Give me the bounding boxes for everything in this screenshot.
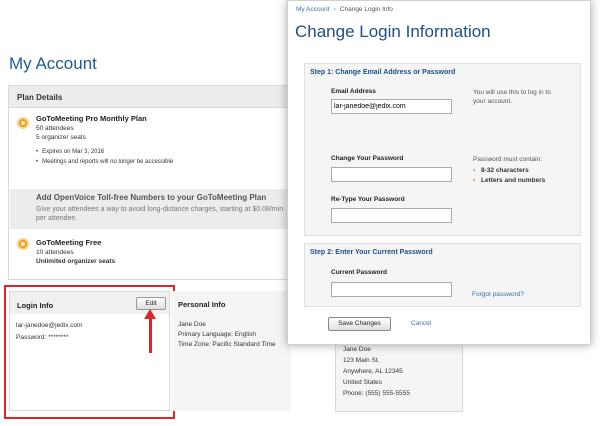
modal-title: Change Login Information [295,22,491,41]
plan-seats: 5 organizer seats [36,134,86,141]
breadcrumb-current: Change Login Info [339,6,393,13]
step2-section: Step 2: Enter Your Current Password Curr… [304,243,581,307]
plan-bullet: Meetings and reports will no longer be a… [36,159,173,165]
plan-bullet: Expires on Mar 3, 2016 [36,149,104,155]
step2-title: Step 2: Enter Your Current Password [310,249,433,256]
password-hint: Password must contain: [473,156,543,163]
new-password-field[interactable] [331,167,452,182]
email-label: Email Address [331,88,376,95]
billing-name: Jane Doe [343,346,371,353]
personal-name: Jane Doe [178,321,206,328]
plan-name: GoToMeeting Pro Monthly Plan [36,114,147,123]
arrow-up-icon [149,317,152,353]
password-requirement: Letters and numbers [473,177,545,184]
billing-street: 123 Main St. [343,357,380,364]
personal-language: Primary Language: English [178,331,257,338]
plan-details-panel: Plan Details GoToMeeting Pro Monthly Pla… [8,85,300,280]
billing-city: Anywhere, AL 12345 [343,368,403,375]
retype-password-field[interactable] [331,208,452,223]
personal-info-title: Personal Info [178,300,226,309]
billing-address-panel: Jane Doe 123 Main St. Anywhere, AL 12345… [335,340,463,412]
breadcrumb: My Account › Change Login Info [296,6,393,13]
forgot-password-link[interactable]: Forgot password? [472,291,524,298]
email-field[interactable] [331,99,452,114]
addon-title[interactable]: Add OpenVoice Toll-free Numbers to your … [36,193,266,202]
billing-country: United States [343,379,383,386]
change-login-modal: My Account › Change Login Info Change Logi… [287,0,591,345]
addon-description: Give your attendees a way to avoid long-… [36,206,284,222]
plan-seats: Unlimited organizer seats [36,258,116,265]
step1-section: Step 1: Change Email Address or Password… [304,63,581,236]
plan-attendees: 50 attendees [36,125,74,132]
retype-password-label: Re-Type Your Password [331,196,405,203]
addon-promo[interactable]: Add OpenVoice Toll-free Numbers to your … [10,189,300,229]
step1-title: Step 1: Change Email Address or Password [310,69,456,76]
personal-info-panel: Personal Info Jane Doe Primary Language:… [171,291,291,411]
save-changes-button[interactable]: Save Changes [328,317,391,331]
breadcrumb-separator: › [333,6,336,13]
cancel-link[interactable]: Cancel [411,320,431,327]
change-password-label: Change Your Password [331,155,404,162]
breadcrumb-my-account-link[interactable]: My Account [296,6,330,13]
plan-attendees: 10 attendees [36,249,74,256]
personal-timezone: Time Zone: Pacific Standard Time [178,341,276,348]
plan-icon [17,117,29,129]
email-hint: You will use this to log in to your acco… [473,89,551,105]
page-title: My Account [9,54,97,73]
plan-name: GoToMeeting Free [36,238,102,247]
plan-details-header: Plan Details [9,86,299,108]
current-password-label: Current Password [331,269,387,276]
current-password-field[interactable] [331,282,452,297]
billing-phone: Phone: (555) 555-5555 [343,390,410,397]
arrow-head-icon [144,309,156,319]
plan-icon [17,238,29,250]
password-requirement: 8-32 characters [473,167,529,174]
